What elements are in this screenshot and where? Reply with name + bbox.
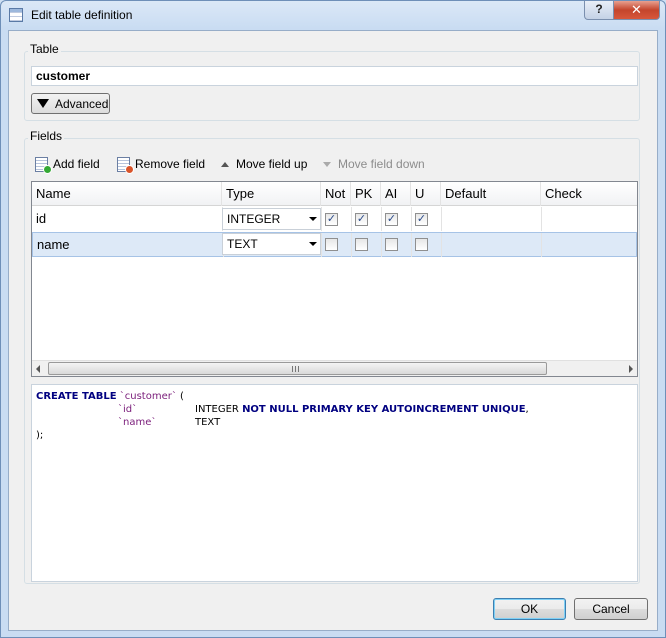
column-header-not[interactable]: Not bbox=[321, 182, 351, 206]
remove-field-label: Remove field bbox=[135, 157, 206, 171]
column-header-default[interactable]: Default bbox=[441, 182, 541, 206]
arrow-up-icon bbox=[221, 161, 229, 167]
ai-checkbox[interactable]: ✓ bbox=[385, 213, 398, 226]
move-field-down-button[interactable]: Move field down bbox=[319, 153, 425, 175]
table-icon bbox=[9, 8, 23, 22]
column-header-ai[interactable]: AI bbox=[381, 182, 411, 206]
close-button[interactable]: ✕ bbox=[613, 1, 660, 20]
remove-field-button[interactable]: Remove field bbox=[117, 153, 205, 175]
column-header-u[interactable]: U bbox=[411, 182, 441, 206]
advanced-button-label: Advanced bbox=[55, 96, 109, 111]
add-field-button[interactable]: Add field bbox=[35, 153, 100, 175]
move-field-down-label: Move field down bbox=[338, 157, 425, 171]
column-header-check[interactable]: Check bbox=[541, 182, 637, 206]
field-type-select[interactable]: TEXT bbox=[222, 233, 321, 255]
column-header-type[interactable]: Type bbox=[222, 182, 321, 206]
default-cell[interactable] bbox=[441, 207, 541, 231]
fields-table[interactable]: Name Type Not PK AI U Default Check id I… bbox=[31, 181, 638, 377]
horizontal-scrollbar[interactable] bbox=[32, 360, 637, 376]
scrollbar-thumb[interactable] bbox=[48, 362, 547, 375]
window-title: Edit table definition bbox=[31, 8, 133, 22]
default-cell[interactable] bbox=[441, 233, 541, 257]
fields-table-header: Name Type Not PK AI U Default Check bbox=[32, 182, 637, 206]
move-field-up-label: Move field up bbox=[236, 157, 308, 171]
ai-checkbox[interactable] bbox=[385, 238, 398, 251]
chevron-down-icon bbox=[309, 217, 317, 221]
not-null-checkbox[interactable]: ✓ bbox=[325, 213, 338, 226]
unique-checkbox[interactable]: ✓ bbox=[415, 213, 428, 226]
sql-line-3-def: TEXT bbox=[195, 417, 221, 428]
sql-line-2-ident: `id` bbox=[118, 404, 138, 415]
column-header-pk[interactable]: PK bbox=[351, 182, 381, 206]
field-type-select[interactable]: INTEGER bbox=[222, 208, 321, 230]
check-cell[interactable] bbox=[541, 233, 636, 257]
check-cell[interactable] bbox=[541, 207, 637, 231]
table-group-box bbox=[24, 51, 640, 121]
sql-preview[interactable]: CREATE TABLE `customer` ( `id` INTEGER N… bbox=[31, 384, 638, 582]
ok-button[interactable]: OK bbox=[493, 598, 566, 620]
column-header-name[interactable]: Name bbox=[32, 182, 222, 206]
field-type-value: TEXT bbox=[227, 237, 258, 251]
sql-line-2-def: INTEGER NOT NULL PRIMARY KEY AUTOINCREME… bbox=[195, 404, 529, 415]
not-null-checkbox[interactable] bbox=[325, 238, 338, 251]
add-field-label: Add field bbox=[53, 157, 100, 171]
field-name-cell[interactable]: id bbox=[32, 207, 222, 231]
field-type-value: INTEGER bbox=[227, 212, 281, 226]
fields-group-label: Fields bbox=[28, 129, 65, 143]
unique-checkbox[interactable] bbox=[415, 238, 428, 251]
dialog-window: Edit table definition ? ✕ Table customer… bbox=[0, 0, 666, 638]
dialog-body: Table customer Advanced Fields Add field… bbox=[8, 30, 658, 631]
triangle-down-icon bbox=[37, 99, 49, 108]
arrow-down-icon bbox=[323, 161, 331, 167]
advanced-button[interactable]: Advanced bbox=[31, 93, 110, 114]
table-row[interactable]: name TEXT bbox=[32, 232, 637, 257]
grip-icon bbox=[292, 366, 301, 372]
table-group-label: Table bbox=[28, 42, 61, 56]
remove-field-icon bbox=[117, 156, 134, 174]
title-bar[interactable]: Edit table definition ? ✕ bbox=[1, 1, 665, 29]
field-name-cell[interactable]: name bbox=[33, 233, 223, 257]
chevron-down-icon bbox=[309, 242, 317, 246]
scroll-right-icon[interactable] bbox=[629, 365, 633, 373]
scroll-left-icon[interactable] bbox=[36, 365, 40, 373]
table-name-input[interactable]: customer bbox=[31, 66, 638, 86]
pk-checkbox[interactable]: ✓ bbox=[355, 213, 368, 226]
table-row[interactable]: id INTEGER ✓ ✓ ✓ ✓ bbox=[32, 207, 637, 232]
sql-line-1: CREATE TABLE `customer` ( bbox=[36, 391, 184, 402]
sql-line-4: ); bbox=[36, 430, 44, 441]
cancel-button[interactable]: Cancel bbox=[574, 598, 648, 620]
help-button[interactable]: ? bbox=[584, 1, 614, 20]
add-field-icon bbox=[35, 156, 52, 174]
pk-checkbox[interactable] bbox=[355, 238, 368, 251]
sql-line-3-ident: `name` bbox=[118, 417, 157, 428]
move-field-up-button[interactable]: Move field up bbox=[217, 153, 307, 175]
